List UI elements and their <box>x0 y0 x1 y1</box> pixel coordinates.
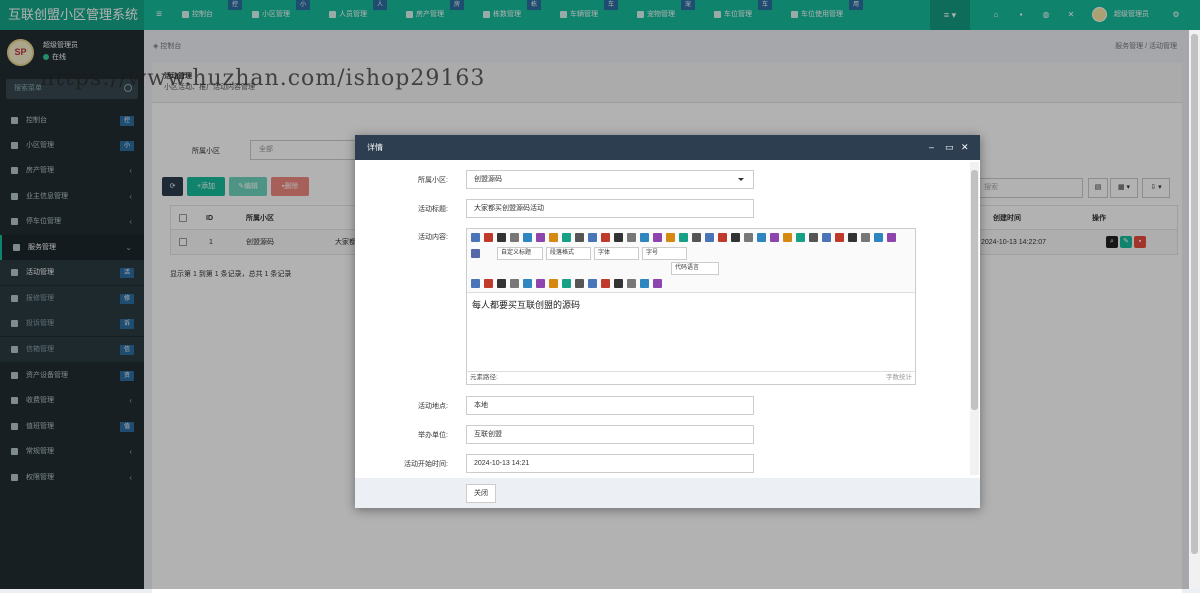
line-height-icon[interactable] <box>471 249 480 258</box>
editor-tool-icon[interactable] <box>614 233 623 242</box>
editor-tool-icon[interactable] <box>640 279 649 288</box>
editor-tool-icon[interactable] <box>601 233 610 242</box>
editor-toolbar: 自定义标题 段落格式 字体 字号 代码语言 <box>467 229 915 293</box>
editor-content[interactable]: 每人都要买互联创盟的源码 <box>472 298 580 311</box>
detail-modal: 详情 – ▭ ✕ 所属小区: 创盟源码 活动标题: 大家都买创盟源码活动 活动内… <box>355 135 980 508</box>
editor-tool-icon[interactable] <box>536 279 545 288</box>
custom-title-select[interactable]: 自定义标题 <box>497 247 543 260</box>
editor-tool-icon[interactable] <box>510 233 519 242</box>
editor-tool-icon[interactable] <box>796 233 805 242</box>
modal-body: 所属小区: 创盟源码 活动标题: 大家都买创盟源码活动 活动内容: 自定义标题 … <box>355 160 980 478</box>
editor-tool-icon[interactable] <box>575 233 584 242</box>
editor-tool-icon[interactable] <box>588 279 597 288</box>
community-label: 所属小区: <box>418 177 448 184</box>
editor-tool-icon[interactable] <box>471 279 480 288</box>
editor-tool-icon[interactable] <box>666 233 675 242</box>
editor-tool-icon[interactable] <box>510 279 519 288</box>
editor-tool-icon[interactable] <box>549 233 558 242</box>
editor-tool-icon[interactable] <box>575 279 584 288</box>
editor-tool-icon[interactable] <box>523 233 532 242</box>
editor-tool-icon[interactable] <box>848 233 857 242</box>
editor-tool-icon[interactable] <box>484 279 493 288</box>
editor-tool-icon[interactable] <box>770 233 779 242</box>
editor-statusbar: 元素路径: 字数统计 <box>467 371 915 384</box>
minimize-icon[interactable]: – <box>929 135 934 160</box>
code-language-select[interactable]: 代码语言 <box>671 262 719 275</box>
location-field[interactable]: 本地 <box>466 396 754 415</box>
title-field[interactable]: 大家都买创盟源码活动 <box>466 199 754 218</box>
editor-tool-icon[interactable] <box>718 233 727 242</box>
editor-tool-icon[interactable] <box>653 233 662 242</box>
editor-tool-icon[interactable] <box>523 279 532 288</box>
editor-tool-icon[interactable] <box>757 233 766 242</box>
editor-tool-icon[interactable] <box>614 279 623 288</box>
word-count-link[interactable]: 字数统计 <box>886 372 912 384</box>
close-button[interactable]: 关闭 <box>466 484 496 503</box>
editor-tool-icon[interactable] <box>835 233 844 242</box>
font-family-select[interactable]: 字体 <box>594 247 639 260</box>
location-label: 活动地点: <box>418 403 448 410</box>
content-label: 活动内容: <box>418 234 448 241</box>
editor-tool-icon[interactable] <box>601 279 610 288</box>
editor-tool-icon[interactable] <box>692 233 701 242</box>
rich-text-editor[interactable]: 自定义标题 段落格式 字体 字号 代码语言 每人都要买互联创盟的源码 元素路径:… <box>466 228 916 385</box>
close-icon[interactable]: ✕ <box>961 135 969 160</box>
editor-tool-icon[interactable] <box>705 233 714 242</box>
editor-tool-icon[interactable] <box>861 233 870 242</box>
organizer-label: 举办单位: <box>418 432 448 439</box>
editor-tool-icon[interactable] <box>809 233 818 242</box>
editor-tool-icon[interactable] <box>484 233 493 242</box>
paragraph-select[interactable]: 段落格式 <box>546 247 591 260</box>
editor-tool-icon[interactable] <box>562 279 571 288</box>
modal-footer: 关闭 <box>355 478 980 508</box>
organizer-field[interactable]: 互联创盟 <box>466 425 754 444</box>
editor-tool-icon[interactable] <box>549 279 558 288</box>
editor-tool-icon[interactable] <box>536 233 545 242</box>
start-time-field[interactable]: 2024-10-13 14:21 <box>466 454 754 473</box>
title-label: 活动标题: <box>418 206 448 213</box>
page-scrollbar[interactable] <box>1189 30 1200 589</box>
editor-tool-icon[interactable] <box>679 233 688 242</box>
editor-tool-icon[interactable] <box>887 233 896 242</box>
editor-tool-icon[interactable] <box>783 233 792 242</box>
editor-tool-icon[interactable] <box>471 233 480 242</box>
editor-tool-icon[interactable] <box>653 279 662 288</box>
editor-tool-icon[interactable] <box>588 233 597 242</box>
modal-header: 详情 – ▭ ✕ <box>355 135 980 160</box>
editor-tool-icon[interactable] <box>822 233 831 242</box>
editor-tool-icon[interactable] <box>640 233 649 242</box>
editor-tool-icon[interactable] <box>731 233 740 242</box>
font-size-select[interactable]: 字号 <box>642 247 687 260</box>
editor-tool-icon[interactable] <box>562 233 571 242</box>
maximize-icon[interactable]: ▭ <box>945 135 954 160</box>
editor-tool-icon[interactable] <box>627 233 636 242</box>
modal-scrollbar[interactable] <box>970 162 979 475</box>
editor-tool-icon[interactable] <box>497 233 506 242</box>
start-time-label: 活动开始时间: <box>404 461 448 468</box>
editor-tool-icon[interactable] <box>744 233 753 242</box>
editor-tool-icon[interactable] <box>874 233 883 242</box>
community-select[interactable]: 创盟源码 <box>466 170 754 189</box>
editor-tool-icon[interactable] <box>497 279 506 288</box>
editor-tool-icon[interactable] <box>627 279 636 288</box>
modal-title: 详情 <box>367 143 383 152</box>
